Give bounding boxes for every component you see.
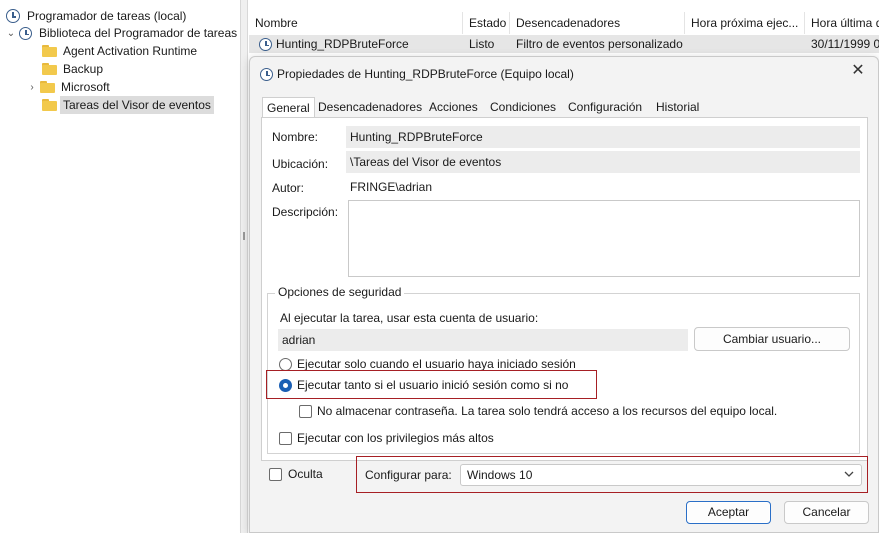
tree-folder-backup[interactable]: Backup: [42, 60, 106, 78]
author-label: Autor:: [272, 181, 305, 195]
ok-button[interactable]: Aceptar: [686, 501, 771, 524]
tree-root-label: Programador de tareas (local): [27, 9, 187, 23]
task-name-cell: Hunting_RDPBruteForce: [253, 35, 463, 53]
splitter-grip[interactable]: [243, 232, 245, 240]
tab-settings[interactable]: Configuración: [564, 97, 646, 117]
no-store-password-label[interactable]: No almacenar contraseña. La tarea solo t…: [317, 404, 777, 418]
highest-privileges-checkbox[interactable]: [279, 432, 292, 445]
task-clock-icon: [259, 37, 272, 51]
tree-folder-microsoft[interactable]: › Microsoft: [27, 78, 113, 96]
folder-icon: [40, 81, 55, 93]
security-options-legend: Opciones de seguridad: [275, 285, 405, 299]
name-value[interactable]: Hunting_RDPBruteForce: [346, 126, 860, 148]
dialog-title-bar: Propiedades de Hunting_RDPBruteForce (Eq…: [260, 63, 574, 85]
table-row[interactable]: Hunting_RDPBruteForce Listo Filtro de ev…: [249, 35, 879, 53]
hidden-label[interactable]: Oculta: [288, 467, 323, 481]
folder-icon: [42, 45, 57, 57]
scheduler-clock-icon: [6, 9, 20, 23]
library-clock-icon: [19, 26, 32, 40]
folder-icon: [42, 63, 57, 75]
column-header-next-run[interactable]: Hora próxima ejec...: [685, 12, 805, 34]
name-label: Nombre:: [272, 130, 319, 144]
task-next-run: [685, 35, 805, 53]
close-icon[interactable]: ✕: [848, 61, 868, 81]
task-last-run: 30/11/1999 0: [811, 37, 879, 51]
configure-for-value: Windows 10: [467, 468, 533, 482]
tree-library[interactable]: ⌄ Biblioteca del Programador de tareas: [6, 24, 240, 42]
highest-privileges-label[interactable]: Ejecutar con los privilegios más altos: [297, 431, 494, 445]
tab-general[interactable]: General: [262, 97, 315, 118]
tree-library-label: Biblioteca del Programador de tareas: [39, 26, 238, 40]
tree-folder-label: Agent Activation Runtime: [63, 44, 198, 58]
properties-dialog: Propiedades de Hunting_RDPBruteForce (Eq…: [249, 56, 879, 533]
description-textarea[interactable]: [348, 200, 860, 277]
tree-folder-label: Microsoft: [61, 80, 110, 94]
chevron-down-icon: [844, 471, 854, 477]
radio-run-whether-logged-on[interactable]: [279, 379, 292, 392]
general-tab-panel: Nombre: Hunting_RDPBruteForce Ubicación:…: [261, 117, 868, 461]
folder-icon: [42, 99, 57, 111]
tree-root[interactable]: Programador de tareas (local): [6, 7, 189, 25]
tree-folder-label: Tareas del Visor de eventos: [60, 96, 214, 114]
chevron-right-icon[interactable]: ›: [27, 82, 37, 93]
task-status: Listo: [469, 37, 495, 51]
tab-conditions[interactable]: Condiciones: [486, 97, 560, 117]
cancel-button[interactable]: Cancelar: [784, 501, 869, 524]
dialog-title: Propiedades de Hunting_RDPBruteForce (Eq…: [277, 67, 574, 81]
tab-triggers[interactable]: Desencadenadores: [314, 97, 426, 117]
tab-history[interactable]: Historial: [652, 97, 703, 117]
dialog-clock-icon: [260, 67, 273, 81]
column-header-name[interactable]: Nombre: [249, 12, 463, 34]
task-list: Nombre Estado Desencadenadores Hora próx…: [249, 0, 879, 60]
account-prompt: Al ejecutar la tarea, usar esta cuenta d…: [280, 311, 539, 325]
radio-logged-on-only-label[interactable]: Ejecutar solo cuando el usuario haya ini…: [297, 357, 576, 371]
change-user-button[interactable]: Cambiar usuario...: [694, 327, 850, 351]
author-value: FRINGE\adrian: [350, 180, 433, 194]
description-label: Descripción:: [272, 205, 339, 219]
task-name: Hunting_RDPBruteForce: [276, 37, 409, 51]
chevron-down-icon[interactable]: ⌄: [6, 28, 16, 39]
column-header-triggers[interactable]: Desencadenadores: [510, 12, 685, 34]
tab-actions[interactable]: Acciones: [425, 97, 482, 117]
column-header-last-run[interactable]: Hora última d: [805, 12, 879, 34]
location-label: Ubicación:: [272, 157, 329, 171]
radio-run-whether-logged-on-label[interactable]: Ejecutar tanto si el usuario inició sesi…: [297, 378, 568, 392]
column-header-status[interactable]: Estado: [463, 12, 510, 34]
configure-for-label: Configurar para:: [365, 468, 452, 482]
location-value: \Tareas del Visor de eventos: [346, 151, 860, 173]
task-trigger: Filtro de eventos personalizado: [516, 37, 683, 51]
tree-folder-event-viewer-tasks[interactable]: Tareas del Visor de eventos: [42, 96, 214, 114]
pane-splitter[interactable]: [240, 0, 248, 533]
tree-folder-label: Backup: [63, 62, 104, 76]
navigation-tree: Programador de tareas (local) ⌄ Bibliote…: [0, 0, 240, 533]
hidden-checkbox[interactable]: [269, 468, 282, 481]
account-value: adrian: [278, 329, 688, 351]
no-store-password-checkbox[interactable]: [299, 405, 312, 418]
configure-for-select[interactable]: Windows 10: [460, 464, 862, 486]
tree-folder-agent[interactable]: Agent Activation Runtime: [42, 42, 200, 60]
